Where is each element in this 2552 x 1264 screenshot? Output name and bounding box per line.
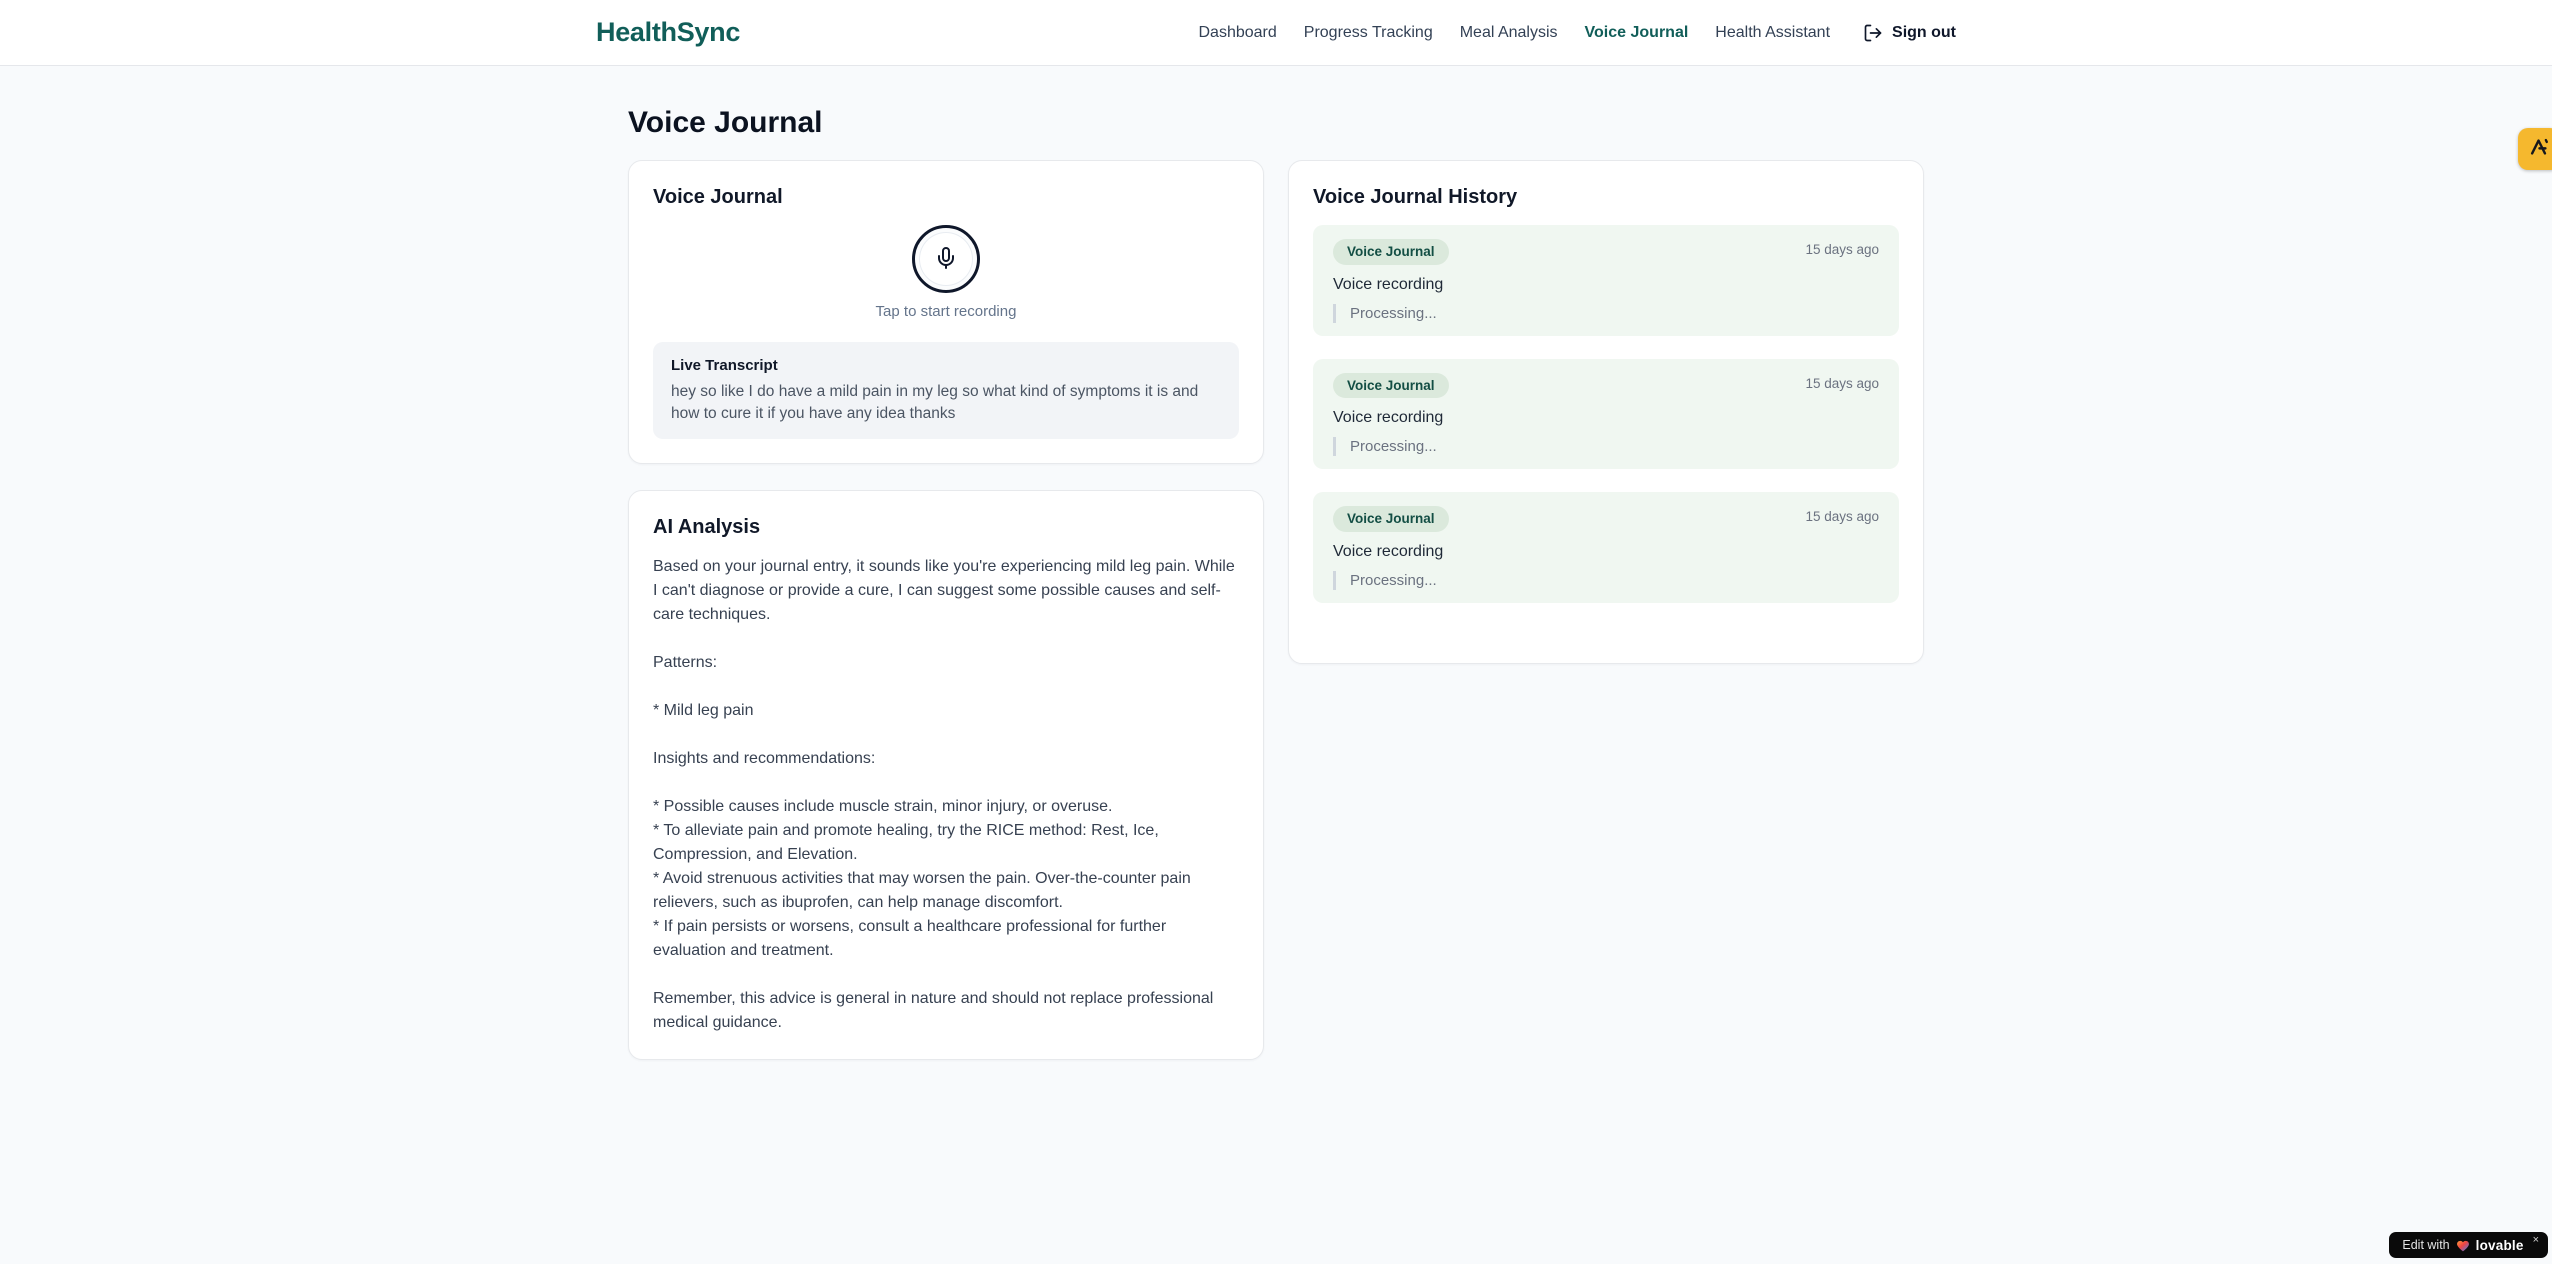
- entry-timestamp: 15 days ago: [1805, 509, 1879, 524]
- nav-meal-analysis[interactable]: Meal Analysis: [1460, 24, 1558, 42]
- history-entry[interactable]: Voice Journal 15 days ago Voice recordin…: [1313, 225, 1899, 336]
- entry-timestamp: 15 days ago: [1805, 375, 1879, 391]
- entry-processing-status: Processing...: [1333, 570, 1879, 590]
- nav-progress-tracking[interactable]: Progress Tracking: [1304, 24, 1433, 42]
- entry-processing-status: Processing...: [1333, 437, 1879, 456]
- tap-to-record-hint: Tap to start recording: [875, 303, 1017, 320]
- entry-title: Voice recording: [1333, 275, 1444, 293]
- close-icon[interactable]: ×: [2533, 1234, 2539, 1246]
- logout-icon: [1863, 23, 1883, 43]
- live-transcript-panel: Live Transcript hey so like I do have a …: [653, 342, 1239, 439]
- browser-extension-badge[interactable]: [2518, 128, 2552, 170]
- lovable-badge[interactable]: Edit with lovable ×: [2389, 1232, 2548, 1258]
- entry-processing-status: Processing...: [1333, 303, 1879, 323]
- history-entry[interactable]: Voice Journal 15 days ago Voice recordin…: [1313, 358, 1899, 469]
- microphone-icon: [934, 246, 958, 273]
- entry-type-badge: Voice Journal: [1333, 506, 1449, 532]
- primary-nav: Dashboard Progress Tracking Meal Analysi…: [1199, 23, 1956, 43]
- history-card: Voice Journal History Voice Journal 15 d…: [1288, 160, 1924, 664]
- entry-title: Voice recording: [1333, 542, 1444, 560]
- live-transcript-label: Live Transcript: [671, 357, 778, 374]
- lovable-badge-brand: lovable: [2475, 1237, 2524, 1253]
- entry-type-badge: Voice Journal: [1333, 239, 1449, 265]
- voice-recorder-card: Voice Journal Tap to start recording Liv…: [628, 160, 1264, 464]
- sign-out-label: Sign out: [1892, 23, 1956, 41]
- lovable-badge-prefix: Edit with: [2402, 1238, 2450, 1252]
- history-entry[interactable]: Voice Journal 15 days ago Voice recordin…: [1313, 492, 1899, 603]
- record-button[interactable]: [912, 225, 980, 293]
- nav-voice-journal[interactable]: Voice Journal: [1585, 24, 1689, 42]
- ai-analysis-title: AI Analysis: [653, 516, 761, 538]
- nav-dashboard[interactable]: Dashboard: [1199, 24, 1277, 42]
- brand-logo[interactable]: HealthSync: [596, 17, 740, 48]
- entry-type-badge: Voice Journal: [1333, 372, 1449, 398]
- ai-analysis-card: AI Analysis Based on your journal entry,…: [628, 490, 1264, 1060]
- main-content: Voice Journal Voice Journal Tap to start…: [596, 66, 1956, 1100]
- entry-title: Voice recording: [1333, 409, 1444, 426]
- history-card-title: Voice Journal History: [1313, 186, 1518, 208]
- extension-lambda-icon: [2528, 136, 2550, 163]
- page-title: Voice Journal: [628, 106, 823, 139]
- top-nav-bar: HealthSync Dashboard Progress Tracking M…: [0, 0, 2552, 66]
- ai-analysis-text: Based on your journal entry, it sounds l…: [653, 558, 1235, 1031]
- sign-out-button[interactable]: Sign out: [1863, 23, 1956, 43]
- nav-health-assistant[interactable]: Health Assistant: [1715, 24, 1830, 42]
- live-transcript-text: hey so like I do have a mild pain in my …: [671, 383, 1199, 422]
- recorder-card-title: Voice Journal: [653, 186, 783, 208]
- entry-timestamp: 15 days ago: [1805, 242, 1879, 257]
- heart-icon: [2456, 1239, 2470, 1252]
